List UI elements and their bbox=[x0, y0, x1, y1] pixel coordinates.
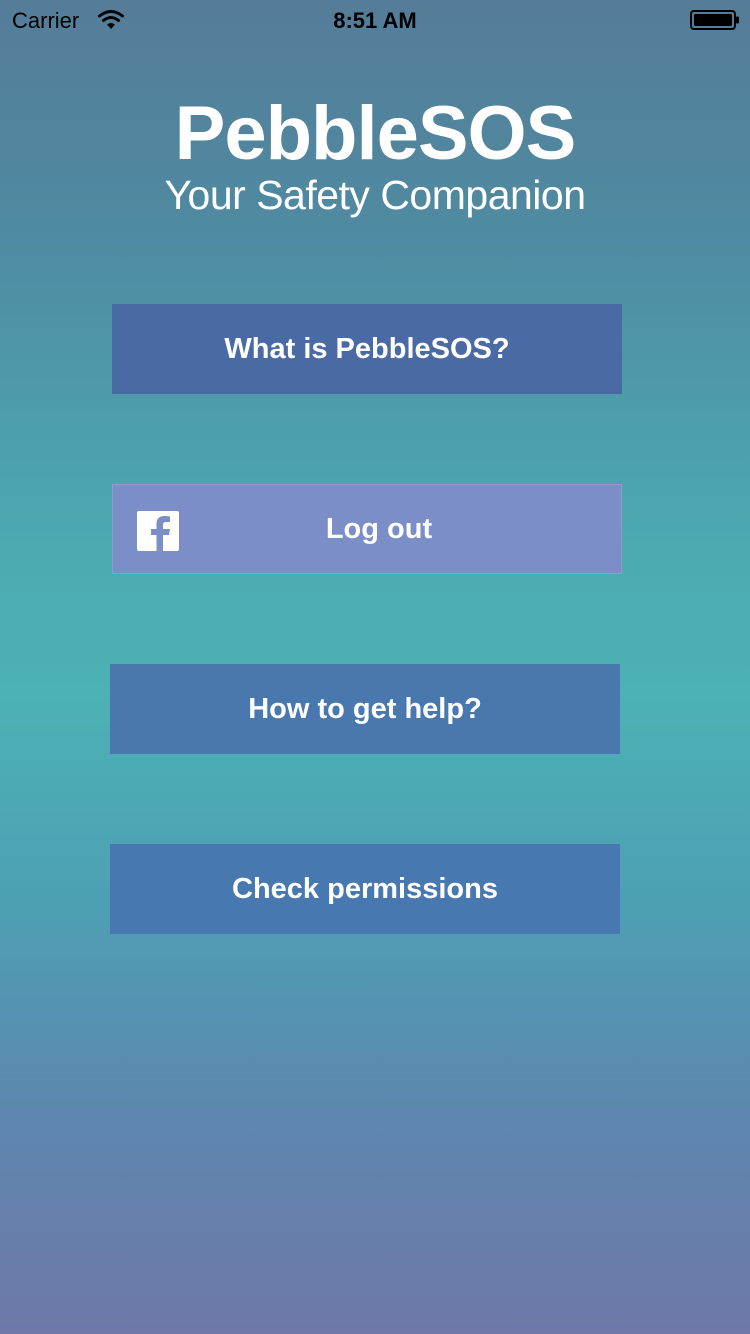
status-time: 8:51 AM bbox=[333, 8, 417, 33]
check-permissions-button-label: Check permissions bbox=[232, 872, 498, 905]
logout-button-label: Log out bbox=[325, 512, 433, 545]
what-is-button[interactable]: What is PebbleSOS? bbox=[112, 304, 622, 394]
how-to-get-help-button[interactable]: How to get help? bbox=[110, 664, 620, 754]
status-bar: Carrier 8:51 AM bbox=[0, 0, 750, 40]
what-is-button-label: What is PebbleSOS? bbox=[224, 332, 510, 365]
check-permissions-button[interactable]: Check permissions bbox=[110, 844, 620, 934]
app-title: PebbleSOS bbox=[174, 91, 577, 176]
how-to-get-help-button-label: How to get help? bbox=[248, 692, 482, 725]
brand-header: PebbleSOS Your Safety Companion bbox=[0, 91, 750, 219]
battery-icon bbox=[690, 10, 739, 30]
logout-button[interactable]: Log out bbox=[112, 484, 622, 574]
app-subtitle: Your Safety Companion bbox=[164, 172, 586, 218]
